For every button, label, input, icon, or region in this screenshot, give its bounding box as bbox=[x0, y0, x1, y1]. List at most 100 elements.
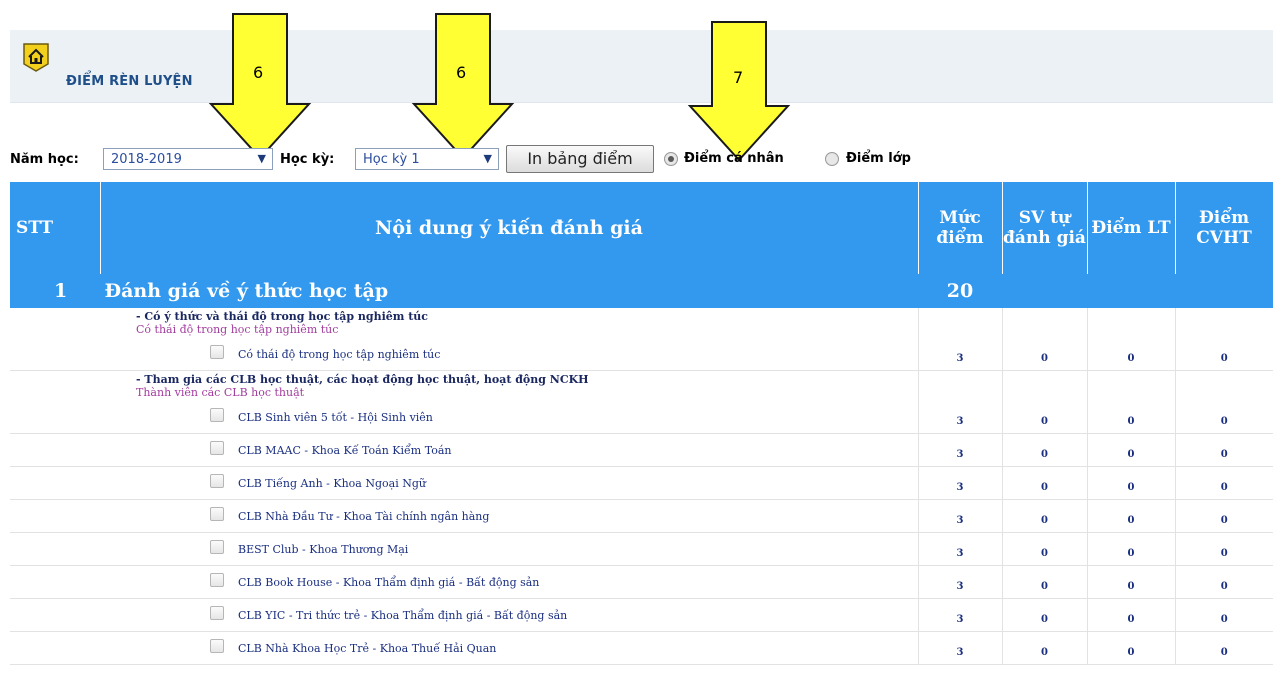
criteria-checkbox[interactable] bbox=[210, 540, 224, 554]
row-content-cell: CLB Tiếng Anh - Khoa Ngoại Ngữ bbox=[100, 466, 918, 500]
table-row: CLB YIC - Tri thức trẻ - Khoa Thẩm định … bbox=[10, 598, 1273, 632]
criteria-checkbox[interactable] bbox=[210, 639, 224, 653]
score-lt-cell: 0 bbox=[1086, 308, 1175, 371]
criteria-label: CLB Tiếng Anh - Khoa Ngoại Ngữ bbox=[238, 477, 426, 490]
group-number: 1 bbox=[54, 280, 68, 302]
year-label: Năm học: bbox=[10, 152, 79, 167]
row-stt-cell bbox=[10, 433, 100, 467]
row-content-cell: CLB Nhà Khoa Học Trẻ - Khoa Thuế Hải Qua… bbox=[100, 631, 918, 665]
row-stt-cell bbox=[10, 466, 100, 500]
score-max-cell: 3 bbox=[917, 532, 1002, 566]
table-row: - Tham gia các CLB học thuật, các hoạt đ… bbox=[10, 370, 1273, 434]
row-stt-cell bbox=[10, 532, 100, 566]
callout-arrow-term bbox=[411, 13, 515, 160]
score-lt-cell: 0 bbox=[1086, 370, 1175, 434]
radio-class-score[interactable] bbox=[825, 152, 839, 166]
score-self-cell: 0 bbox=[1001, 598, 1087, 632]
row-content-cell: CLB MAAC - Khoa Kế Toán Kiểm Toán bbox=[100, 433, 918, 467]
criteria-checkbox[interactable] bbox=[210, 606, 224, 620]
row-stt-cell bbox=[10, 565, 100, 599]
term-select-value: Học kỳ 1 bbox=[363, 152, 420, 167]
criteria-checkbox[interactable] bbox=[210, 441, 224, 455]
col-header-cvht-score: Điểm CVHT bbox=[1175, 182, 1273, 274]
score-lt-cell: 0 bbox=[1086, 565, 1175, 599]
table-row: CLB Tiếng Anh - Khoa Ngoại Ngữ 3 0 0 0 bbox=[10, 466, 1273, 500]
section-title: - Tham gia các CLB học thuật, các hoạt đ… bbox=[136, 373, 589, 386]
score-lt-cell: 0 bbox=[1086, 532, 1175, 566]
criteria-checkbox[interactable] bbox=[210, 408, 224, 422]
score-self-cell: 0 bbox=[1001, 433, 1087, 467]
score-self-cell: 0 bbox=[1001, 565, 1087, 599]
row-stt-cell bbox=[10, 598, 100, 632]
score-cvht-cell: 0 bbox=[1174, 499, 1273, 533]
score-cvht-cell: 0 bbox=[1174, 565, 1273, 599]
criteria-checkbox[interactable] bbox=[210, 345, 224, 359]
score-lt-cell: 0 bbox=[1086, 466, 1175, 500]
row-stt-cell bbox=[10, 308, 100, 371]
group-score: 20 bbox=[918, 274, 1002, 308]
col-header-content: Nội dung ý kiến đánh giá bbox=[100, 182, 919, 274]
score-lt-cell: 0 bbox=[1086, 433, 1175, 467]
row-content-cell: - Có ý thức và thái độ trong học tập ngh… bbox=[100, 308, 918, 371]
score-max-cell: 3 bbox=[917, 631, 1002, 665]
criteria-label: CLB MAAC - Khoa Kế Toán Kiểm Toán bbox=[238, 444, 452, 457]
score-cvht-cell: 0 bbox=[1174, 532, 1273, 566]
callout-arrow-year bbox=[208, 13, 312, 160]
row-content-cell: CLB Nhà Đầu Tư - Khoa Tài chính ngân hàn… bbox=[100, 499, 918, 533]
callout-number: 6 bbox=[253, 63, 264, 82]
callout-number: 7 bbox=[733, 68, 744, 87]
table-row: - Có ý thức và thái độ trong học tập ngh… bbox=[10, 308, 1273, 371]
row-stt-cell bbox=[10, 631, 100, 665]
score-max-cell: 3 bbox=[917, 433, 1002, 467]
filter-bar: Năm học: 2018-2019 ▼ Học kỳ: Học kỳ 1 ▼ … bbox=[10, 145, 1010, 173]
table-row: BEST Club - Khoa Thương Mại 3 0 0 0 bbox=[10, 532, 1273, 566]
term-label: Học kỳ: bbox=[280, 152, 335, 167]
score-self-cell: 0 bbox=[1001, 466, 1087, 500]
table-row: CLB Nhà Đầu Tư - Khoa Tài chính ngân hàn… bbox=[10, 499, 1273, 533]
section-subtitle: Có thái độ trong học tập nghiêm túc bbox=[136, 323, 339, 336]
score-lt-cell: 0 bbox=[1086, 499, 1175, 533]
radio-class-label[interactable]: Điểm lớp bbox=[846, 151, 911, 166]
callout-arrow-radio bbox=[687, 21, 791, 162]
col-header-self-score: SV tự đánh giá bbox=[1002, 182, 1088, 274]
score-self-cell: 0 bbox=[1001, 499, 1087, 533]
group-row: 1 Đánh giá về ý thức học tập 20 bbox=[10, 274, 1273, 308]
score-self-cell: 0 bbox=[1001, 308, 1087, 371]
criteria-label: CLB Nhà Đầu Tư - Khoa Tài chính ngân hàn… bbox=[238, 510, 490, 523]
table-header-row: STT Nội dung ý kiến đánh giá Mức điểm SV… bbox=[10, 182, 1273, 274]
radio-personal-label[interactable]: Điểm cá nhân bbox=[684, 151, 784, 166]
score-max-cell: 3 bbox=[917, 565, 1002, 599]
print-scoresheet-button[interactable]: In bảng điểm bbox=[506, 145, 654, 173]
radio-personal-score[interactable] bbox=[664, 152, 678, 166]
group-title-cell: 1 Đánh giá về ý thức học tập bbox=[10, 274, 918, 308]
row-stt-cell bbox=[10, 370, 100, 434]
score-cvht-cell: 0 bbox=[1174, 433, 1273, 467]
term-select[interactable]: Học kỳ 1 ▼ bbox=[355, 148, 499, 170]
chevron-down-icon: ▼ bbox=[483, 152, 492, 165]
table-row: CLB MAAC - Khoa Kế Toán Kiểm Toán 3 0 0 0 bbox=[10, 433, 1273, 467]
criteria-checkbox[interactable] bbox=[210, 507, 224, 521]
section-subtitle: Thành viên các CLB học thuật bbox=[136, 386, 305, 399]
home-icon[interactable] bbox=[22, 42, 50, 72]
col-header-lt-score: Điểm LT bbox=[1087, 182, 1176, 274]
score-max-cell: 3 bbox=[917, 499, 1002, 533]
year-select[interactable]: 2018-2019 ▼ bbox=[103, 148, 273, 170]
score-max-cell: 3 bbox=[917, 598, 1002, 632]
score-cvht-cell: 0 bbox=[1174, 598, 1273, 632]
group-title: Đánh giá về ý thức học tập bbox=[104, 280, 389, 302]
score-max-cell: 3 bbox=[917, 308, 1002, 371]
table-row: CLB Nhà Khoa Học Trẻ - Khoa Thuế Hải Qua… bbox=[10, 631, 1273, 665]
criteria-checkbox[interactable] bbox=[210, 573, 224, 587]
score-cvht-cell: 0 bbox=[1174, 370, 1273, 434]
score-table: STT Nội dung ý kiến đánh giá Mức điểm SV… bbox=[10, 182, 1273, 665]
score-self-cell: 0 bbox=[1001, 532, 1087, 566]
criteria-label: BEST Club - Khoa Thương Mại bbox=[238, 543, 409, 556]
year-select-value: 2018-2019 bbox=[111, 152, 182, 167]
score-cvht-cell: 0 bbox=[1174, 466, 1273, 500]
section-title: - Có ý thức và thái độ trong học tập ngh… bbox=[136, 310, 428, 323]
score-cvht-cell: 0 bbox=[1174, 308, 1273, 371]
row-content-cell: - Tham gia các CLB học thuật, các hoạt đ… bbox=[100, 370, 918, 434]
row-content-cell: CLB Book House - Khoa Thẩm định giá - Bấ… bbox=[100, 565, 918, 599]
criteria-checkbox[interactable] bbox=[210, 474, 224, 488]
criteria-label: CLB Nhà Khoa Học Trẻ - Khoa Thuế Hải Qua… bbox=[238, 642, 497, 655]
